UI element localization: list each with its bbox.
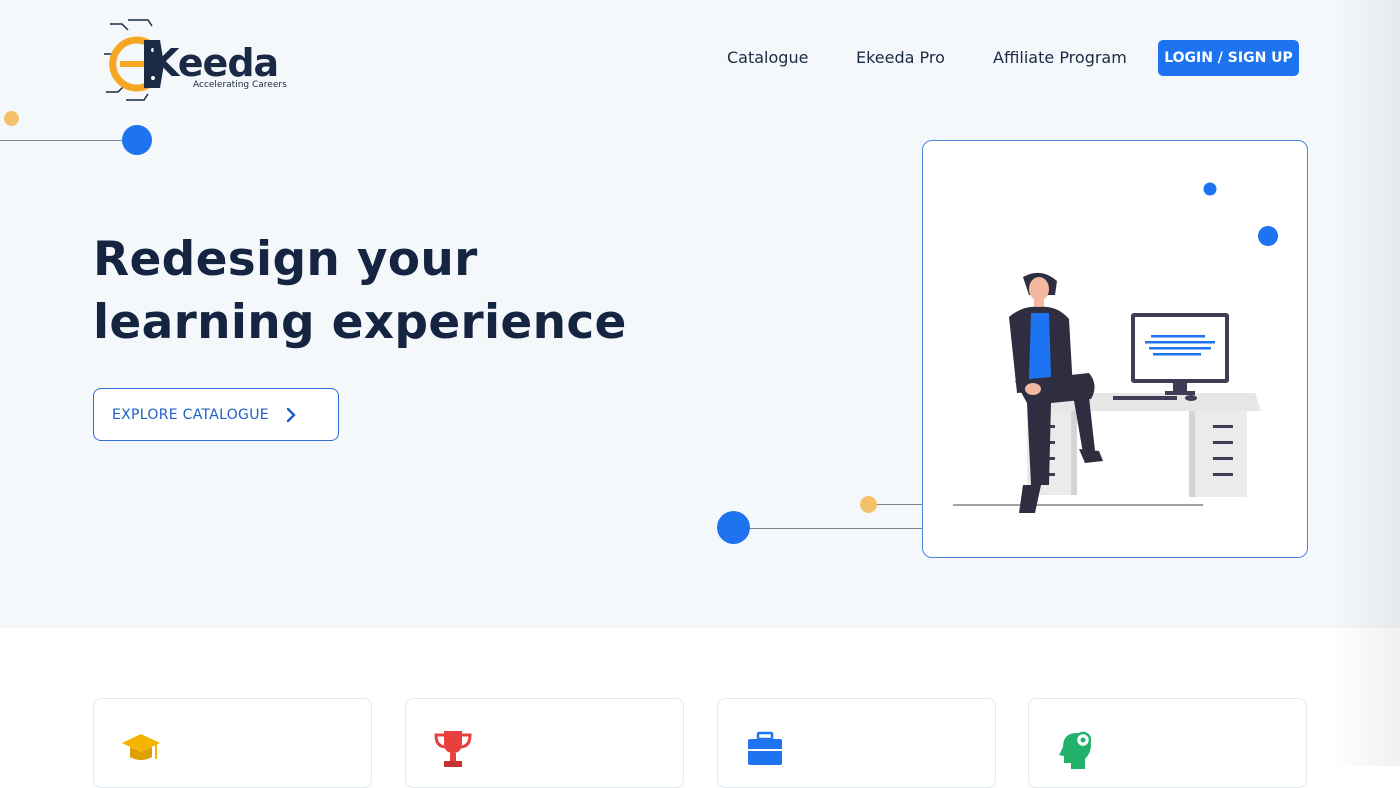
chevron-right-icon: [286, 407, 296, 422]
headline-line-2: learning experience: [93, 295, 627, 350]
trophy-icon: [434, 731, 472, 767]
decor-dot-yellow: [860, 496, 877, 513]
headline-line-1: Redesign your: [93, 232, 478, 287]
hero-headline: Redesign your learning experience: [93, 228, 653, 354]
login-signup-button[interactable]: LOGIN / SIGN UP: [1158, 40, 1299, 76]
decor-dot-blue: [122, 125, 152, 155]
feature-card-skills[interactable]: [1028, 698, 1307, 788]
ekeeda-logo[interactable]: Keeda Accelerating Careers: [100, 16, 287, 106]
feature-card-achievement[interactable]: [405, 698, 684, 788]
explore-catalogue-button[interactable]: EXPLORE CATALOGUE: [93, 388, 339, 441]
hero-illustration-card: [922, 140, 1308, 558]
nav-affiliate-program[interactable]: Affiliate Program: [993, 48, 1127, 67]
logo-tagline: Accelerating Careers: [193, 80, 287, 90]
decor-line: [748, 528, 924, 529]
decor-line: [876, 504, 924, 505]
feature-card-education[interactable]: [93, 698, 372, 788]
decor-line: [0, 140, 124, 141]
nav-catalogue[interactable]: Catalogue: [727, 48, 808, 67]
person-at-desk-illustration: [953, 182, 1278, 513]
explore-catalogue-label: EXPLORE CATALOGUE: [112, 406, 269, 423]
briefcase-icon: [748, 731, 782, 765]
graduation-cap-icon: [122, 734, 160, 760]
decor-dot-blue: [717, 511, 750, 544]
head-gear-icon: [1059, 731, 1092, 769]
logo-wordmark: Keeda: [150, 41, 279, 85]
feature-card-career[interactable]: [717, 698, 996, 788]
nav-ekeeda-pro[interactable]: Ekeeda Pro: [856, 48, 945, 67]
decor-dot-yellow: [4, 111, 19, 126]
